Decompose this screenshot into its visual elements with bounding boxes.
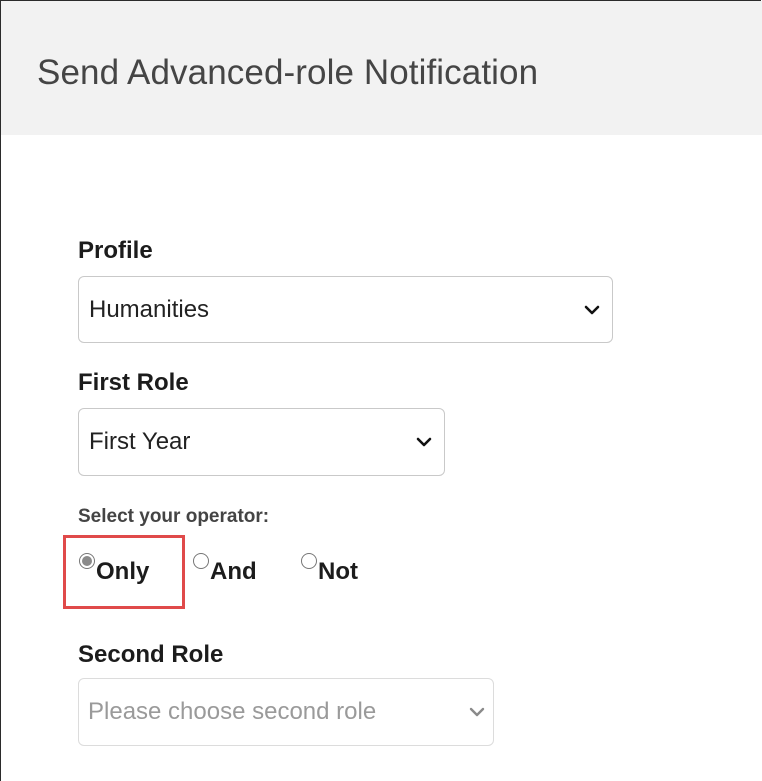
radio-and[interactable] — [193, 553, 209, 569]
chevron-down-icon — [416, 437, 432, 447]
first-role-label: First Role — [78, 369, 189, 396]
second-role-placeholder: Please choose second role — [88, 698, 377, 725]
page-header: Send Advanced-role Notification — [1, 1, 762, 135]
second-role-label: Second Role — [78, 641, 224, 668]
profile-label: Profile — [78, 237, 153, 264]
operator-label: Select your operator: — [78, 506, 270, 527]
radio-and-label: And — [210, 558, 257, 585]
profile-select[interactable]: Humanities — [78, 276, 613, 343]
second-role-select[interactable]: Please choose second role — [78, 678, 494, 746]
first-role-select[interactable]: First Year — [78, 408, 445, 476]
page-title: Send Advanced-role Notification — [37, 53, 539, 92]
chevron-down-icon — [584, 305, 600, 314]
radio-only-label: Only — [96, 558, 150, 585]
first-role-selected-value: First Year — [89, 428, 191, 455]
radio-only[interactable] — [79, 553, 95, 569]
radio-not[interactable] — [301, 553, 317, 569]
radio-not-label: Not — [318, 558, 358, 585]
profile-selected-value: Humanities — [89, 295, 210, 323]
chevron-down-icon — [469, 707, 485, 717]
